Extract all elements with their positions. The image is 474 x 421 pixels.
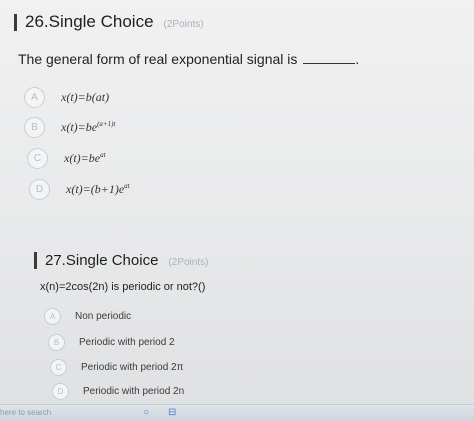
- option-c-radio[interactable]: C: [50, 359, 67, 376]
- option-d-text: x(t)=(b+1)eat: [66, 182, 130, 196]
- question-title: 26.Single Choice: [25, 12, 154, 31]
- option-d-radio[interactable]: D: [52, 383, 69, 400]
- option-c-text: Periodic with period 2π: [81, 362, 184, 373]
- question-header: 27.Single Choice (2Points): [34, 252, 208, 269]
- option-b-radio[interactable]: B: [48, 334, 65, 351]
- question-stem: x(n)=2cos(2n) is periodic or not?(): [40, 281, 205, 293]
- option-d-text: Periodic with period 2n: [83, 386, 185, 397]
- question-stem: The general form of real exponential sig…: [18, 51, 360, 67]
- question-stem-text: x(n)=2cos(2n) is periodic or not?(): [40, 281, 206, 293]
- question-title: 27.Single Choice: [45, 252, 159, 269]
- option-b-text: Periodic with period 2: [79, 337, 175, 348]
- taskbar: here to search ○ ⊟: [0, 404, 474, 421]
- question-points: (2Points): [163, 19, 204, 30]
- option-a[interactable]: A x(t)=b(at): [24, 87, 109, 108]
- option-a-radio[interactable]: A: [24, 87, 45, 108]
- question-header: 26.Single Choice (2Points): [14, 12, 204, 32]
- option-c[interactable]: C x(t)=beat: [27, 148, 106, 169]
- option-d-radio[interactable]: D: [29, 179, 50, 200]
- option-d[interactable]: D Periodic with period 2n: [52, 383, 184, 400]
- option-b[interactable]: B x(t)=be(a+1)t: [24, 117, 115, 138]
- question-stem-text: The general form of real exponential sig…: [18, 51, 298, 67]
- option-d[interactable]: D x(t)=(b+1)eat: [29, 179, 130, 200]
- option-a-text: x(t)=b(at): [61, 90, 110, 104]
- option-a[interactable]: A Non periodic: [44, 308, 131, 325]
- option-c-radio[interactable]: C: [27, 148, 48, 169]
- question-points: (2Points): [168, 257, 209, 268]
- option-b-text: x(t)=be(a+1)t: [61, 120, 116, 134]
- task-view-icon[interactable]: ⊟: [168, 407, 176, 418]
- question-accent-bar: [34, 252, 37, 269]
- option-b-radio[interactable]: B: [24, 117, 45, 138]
- option-c[interactable]: C Periodic with period 2π: [50, 359, 184, 376]
- answer-blank: [303, 52, 356, 64]
- option-a-text: Non periodic: [75, 311, 132, 322]
- option-b[interactable]: B Periodic with period 2: [48, 334, 175, 351]
- taskbar-search-box[interactable]: here to search: [0, 408, 51, 417]
- circle-search-icon[interactable]: ○: [143, 407, 149, 418]
- option-a-radio[interactable]: A: [44, 308, 61, 325]
- option-c-text: x(t)=beat: [64, 151, 106, 165]
- quiz-page: 26.Single Choice (2Points) The general f…: [0, 0, 474, 421]
- question-accent-bar: [14, 13, 17, 31]
